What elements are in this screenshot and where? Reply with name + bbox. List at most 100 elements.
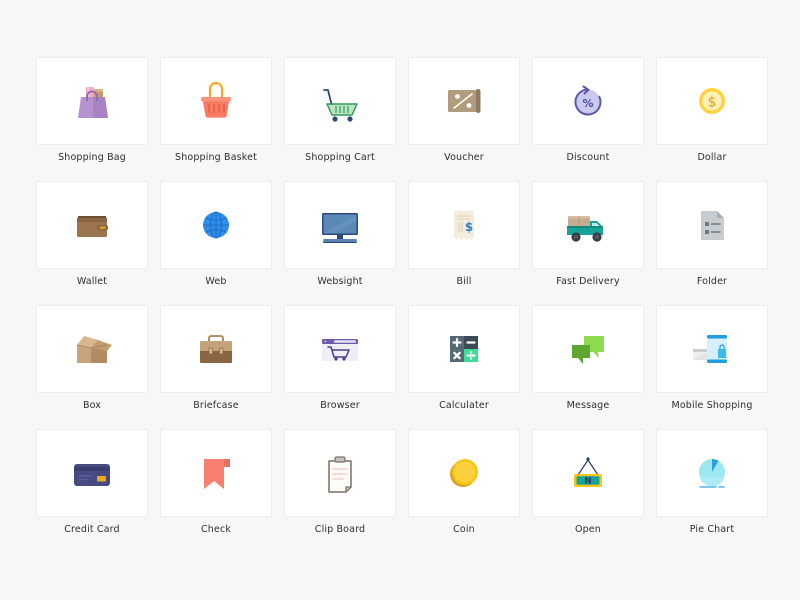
icon-card-coin[interactable] [408, 429, 520, 517]
icon-cell[interactable]: Pie Chart [656, 429, 768, 535]
coin-icon [450, 459, 478, 487]
icon-label: Discount [566, 152, 610, 163]
icon-card-mobile-shopping[interactable] [656, 305, 768, 393]
bookmark-check-icon [204, 459, 230, 489]
icon-label: Box [82, 400, 102, 411]
monitor-icon [322, 213, 358, 243]
icon-card-websight[interactable] [284, 181, 396, 269]
icon-card-clip-board[interactable] [284, 429, 396, 517]
document-folder-icon [701, 211, 724, 240]
icon-label: Check [201, 524, 231, 535]
icon-label: Briefcase [193, 400, 239, 411]
icon-label: Credit Card [64, 524, 120, 535]
icon-cell[interactable]: Briefcase [160, 305, 272, 411]
briefcase-icon [200, 335, 232, 363]
icon-cell[interactable]: Message [532, 305, 644, 411]
icon-label: Web [205, 276, 227, 287]
icon-label: Browser [320, 400, 360, 411]
icon-cell[interactable]: Wallet [36, 181, 148, 287]
icon-label: Voucher [444, 152, 484, 163]
web-globe-icon [203, 211, 229, 239]
svg-text:%: % [582, 97, 593, 110]
icon-label: Mobile Shopping [671, 400, 753, 411]
icon-cell[interactable]: Coin [408, 429, 520, 535]
svg-text:$: $ [465, 220, 473, 234]
icon-cell[interactable]: N Open [532, 429, 644, 535]
icon-cell[interactable]: Shopping Bag [36, 57, 148, 163]
delivery-truck-icon [567, 216, 603, 242]
icon-cell[interactable]: Web [160, 181, 272, 287]
icon-card-web[interactable] [160, 181, 272, 269]
shopping-basket-icon [201, 81, 231, 118]
clipboard-icon [328, 456, 352, 493]
icon-label: Pie Chart [689, 524, 735, 535]
icon-cell[interactable]: $ Dollar [656, 57, 768, 163]
icon-card-shopping-cart[interactable] [284, 57, 396, 145]
shopping-cart-icon [323, 89, 358, 122]
icon-cell[interactable]: Credit Card [36, 429, 148, 535]
icon-card-shopping-bag[interactable] [36, 57, 148, 145]
icon-cell[interactable]: Mobile Shopping [656, 305, 768, 411]
icon-card-bill[interactable]: $ [408, 181, 520, 269]
icon-card-dollar[interactable]: $ [656, 57, 768, 145]
calculator-icon [450, 336, 478, 362]
icon-cell[interactable]: % Discount [532, 57, 644, 163]
svg-text:$: $ [708, 95, 717, 111]
icon-label: Open [575, 524, 601, 535]
icon-cell[interactable]: Voucher [408, 57, 520, 163]
icon-label: Fast Delivery [556, 276, 620, 287]
icon-cell[interactable]: $ Bill [408, 181, 520, 287]
icon-label: Bill [456, 276, 472, 287]
icon-label: Shopping Basket [175, 152, 257, 163]
shopping-bag-icon [78, 87, 108, 118]
icon-card-pie-chart[interactable] [656, 429, 768, 517]
icon-label: Websight [317, 276, 363, 287]
icon-cell[interactable]: Websight [284, 181, 396, 287]
icon-cell[interactable]: Check [160, 429, 272, 535]
icon-label: Message [566, 400, 610, 411]
icon-label: Shopping Cart [305, 152, 375, 163]
icon-card-browser[interactable] [284, 305, 396, 393]
icon-label: Folder [696, 276, 728, 287]
icon-cell[interactable]: Shopping Basket [160, 57, 272, 163]
discount-icon: % [574, 85, 602, 116]
icon-card-calculater[interactable] [408, 305, 520, 393]
box-icon [76, 336, 112, 363]
icon-cell[interactable]: Box [36, 305, 148, 411]
icon-cell[interactable]: Clip Board [284, 429, 396, 535]
icon-card-fast-delivery[interactable] [532, 181, 644, 269]
wallet-icon [77, 216, 108, 237]
browser-cart-icon [322, 339, 358, 361]
icon-cell[interactable]: Folder [656, 181, 768, 287]
icon-label: Dollar [697, 152, 727, 163]
icon-label: Calculater [439, 400, 489, 411]
icon-card-message[interactable] [532, 305, 644, 393]
icon-label: Coin [453, 524, 475, 535]
icon-card-folder[interactable] [656, 181, 768, 269]
icon-card-open[interactable]: N [532, 429, 644, 517]
icon-card-credit-card[interactable] [36, 429, 148, 517]
icon-label: Shopping Bag [58, 152, 126, 163]
icon-label: Wallet [76, 276, 108, 287]
open-sign-text: N [584, 476, 592, 486]
icon-cell[interactable]: Calculater [408, 305, 520, 411]
icon-cell[interactable]: Fast Delivery [532, 181, 644, 287]
mobile-shopping-icon [693, 335, 727, 363]
credit-card-icon [74, 464, 110, 486]
icon-cell[interactable]: Shopping Cart [284, 57, 396, 163]
bill-receipt-icon: $ [454, 211, 474, 240]
icon-card-box[interactable] [36, 305, 148, 393]
icon-cell[interactable]: Browser [284, 305, 396, 411]
icon-card-shopping-basket[interactable] [160, 57, 272, 145]
icon-card-discount[interactable]: % [532, 57, 644, 145]
voucher-icon [448, 89, 481, 113]
open-sign-icon: N [574, 457, 602, 487]
icon-card-wallet[interactable] [36, 181, 148, 269]
message-bubble-icon [572, 336, 604, 364]
pie-chart-icon [699, 459, 725, 488]
icon-card-check[interactable] [160, 429, 272, 517]
icon-card-briefcase[interactable] [160, 305, 272, 393]
icon-grid: Shopping Bag Shopping Basket Shopping Ca… [36, 57, 768, 535]
icon-label: Clip Board [314, 524, 366, 535]
icon-card-voucher[interactable] [408, 57, 520, 145]
